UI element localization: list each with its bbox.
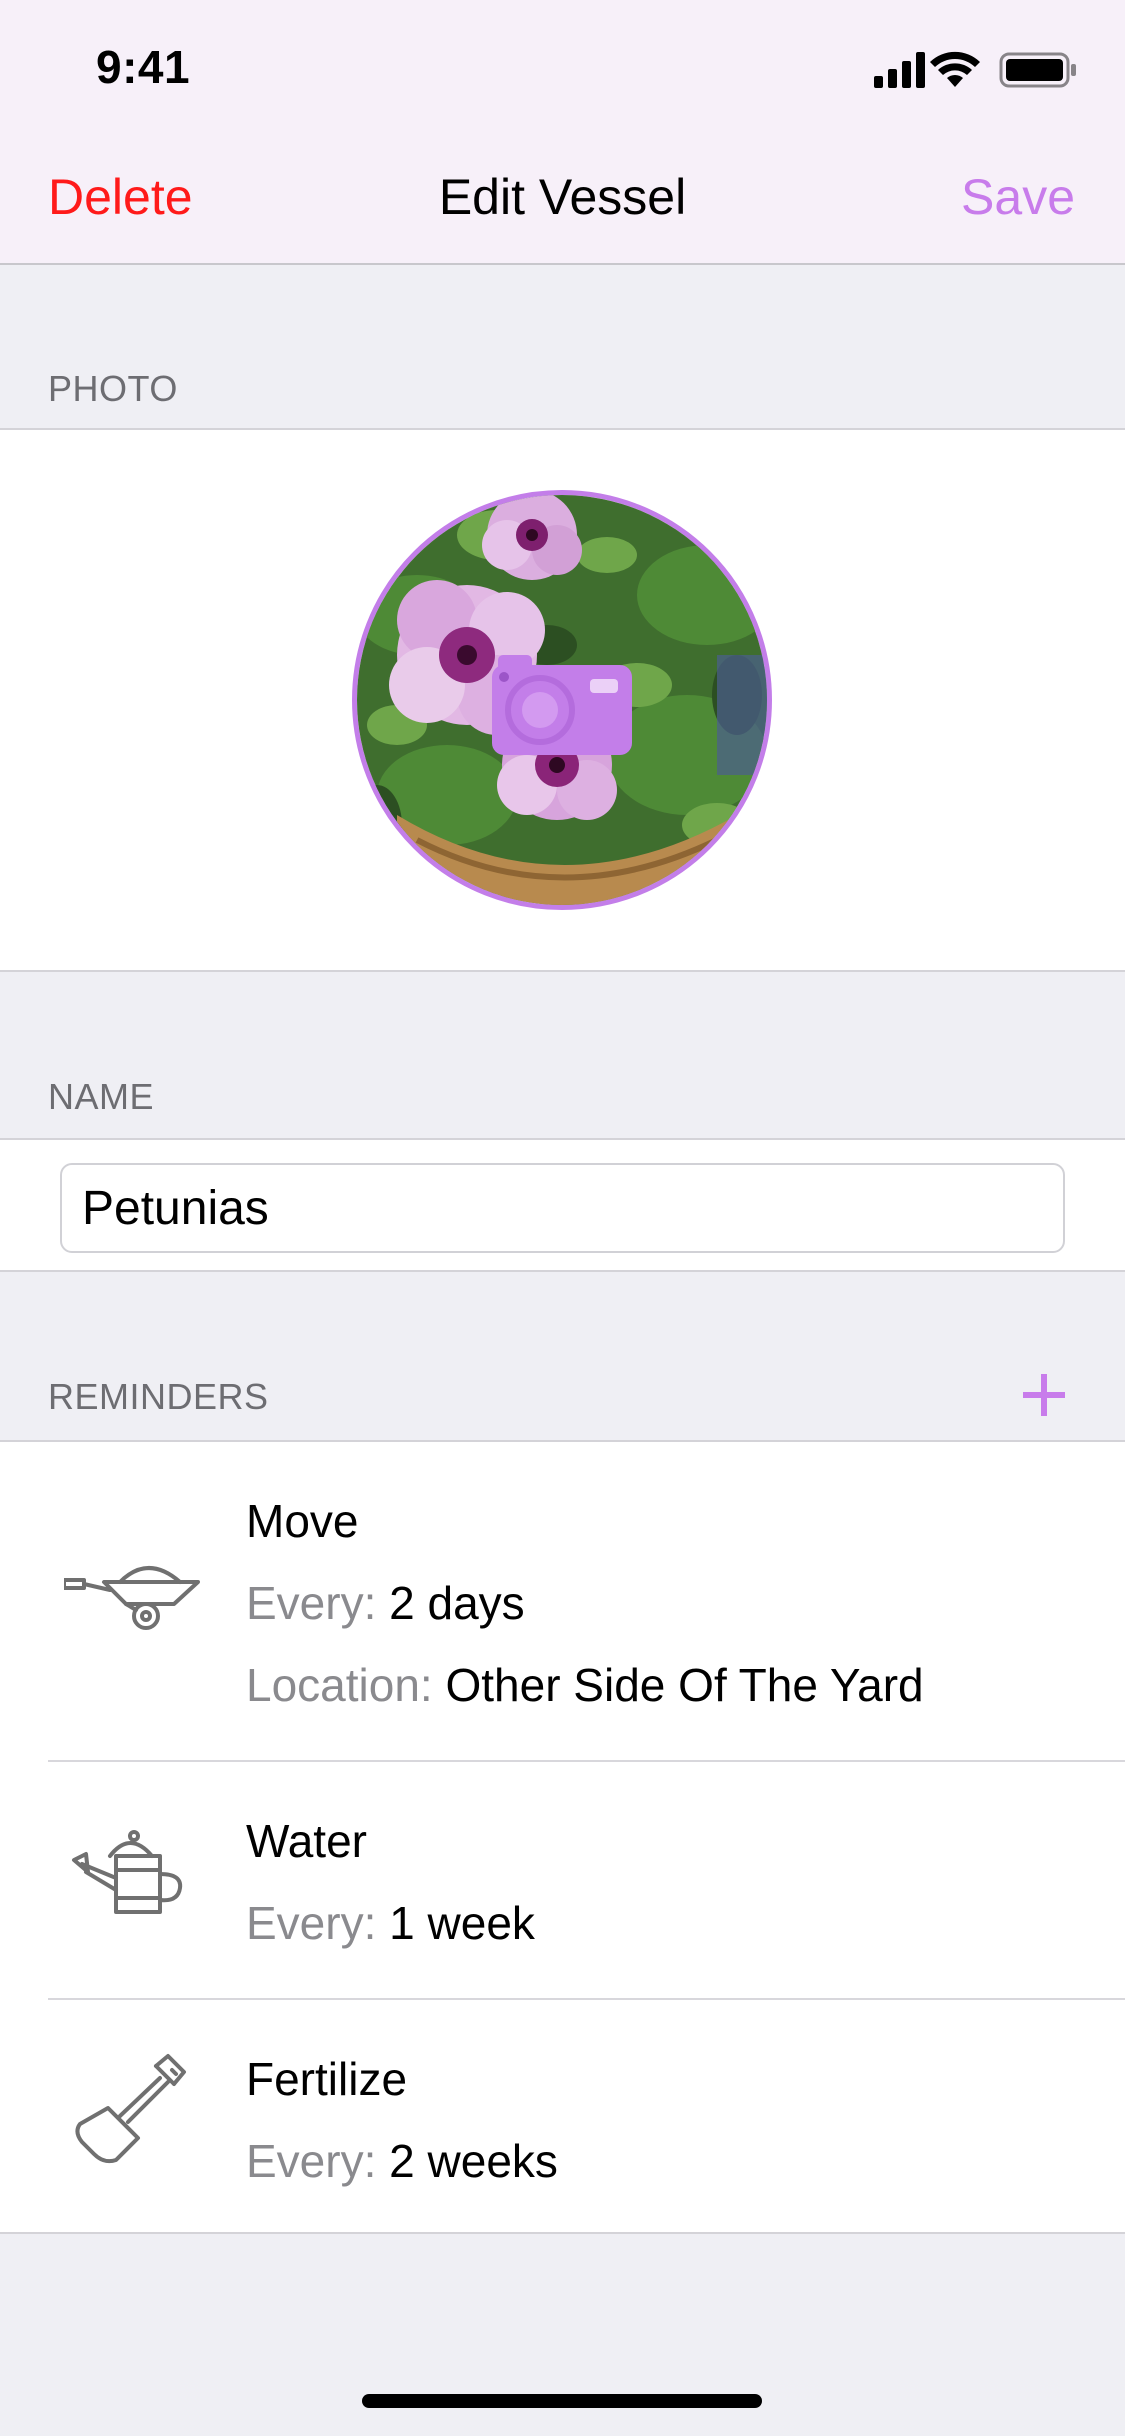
frequency-label: Every:	[246, 1577, 377, 1629]
status-icons	[874, 50, 1079, 90]
reminder-title: Move	[246, 1495, 359, 1547]
reminder-location: Location: Other Side Of The Yard	[246, 1658, 924, 1712]
name-field[interactable]	[60, 1163, 1065, 1253]
status-time: 9:41	[96, 41, 191, 93]
reminder-frequency: Every: 2 days	[246, 1576, 525, 1630]
vessel-photo[interactable]	[352, 490, 772, 910]
frequency-label: Every:	[246, 1897, 377, 1949]
shovel-icon	[75, 2054, 186, 2164]
reminder-row-fertilize[interactable]: Fertilize Every: 2 weeks	[0, 2000, 1125, 2232]
plus-icon	[1023, 1374, 1065, 1416]
save-button[interactable]: Save	[961, 168, 1075, 226]
wifi-icon	[930, 51, 980, 87]
reminder-frequency: Every: 2 weeks	[246, 2134, 558, 2188]
reminders-card: Move Every: 2 days Location: Other Side …	[0, 1440, 1125, 2234]
frequency-value: 2 weeks	[389, 2135, 558, 2187]
reminder-row-water[interactable]: Water Every: 1 week	[0, 1762, 1125, 1998]
delete-button[interactable]: Delete	[48, 168, 193, 226]
watering-can-icon	[72, 1830, 183, 1914]
reminders-section-header: REMINDERS	[48, 1376, 269, 1417]
battery-icon	[999, 52, 1076, 88]
reminder-title: Water	[246, 1815, 367, 1867]
wheelbarrow-icon	[64, 1566, 200, 1630]
flower-photo-image	[357, 495, 767, 905]
photo-section-header: PHOTO	[48, 368, 178, 409]
frequency-value: 2 days	[389, 1577, 525, 1629]
camera-icon	[492, 655, 632, 755]
signal-icon	[874, 52, 925, 88]
add-reminder-button[interactable]	[1009, 1360, 1079, 1430]
reminder-frequency: Every: 1 week	[246, 1896, 535, 1950]
location-label: Location:	[246, 1659, 433, 1711]
home-indicator	[362, 2394, 762, 2408]
name-section-header: NAME	[48, 1076, 155, 1117]
frequency-value: 1 week	[389, 1897, 535, 1949]
navigation-bar: 9:41 Delete Edit Vessel Save	[0, 0, 1125, 265]
reminder-title: Fertilize	[246, 2053, 408, 2105]
reminder-row-move[interactable]: Move Every: 2 days Location: Other Side …	[0, 1442, 1125, 1760]
frequency-label: Every:	[246, 2135, 377, 2187]
location-value: Other Side Of The Yard	[445, 1659, 924, 1711]
